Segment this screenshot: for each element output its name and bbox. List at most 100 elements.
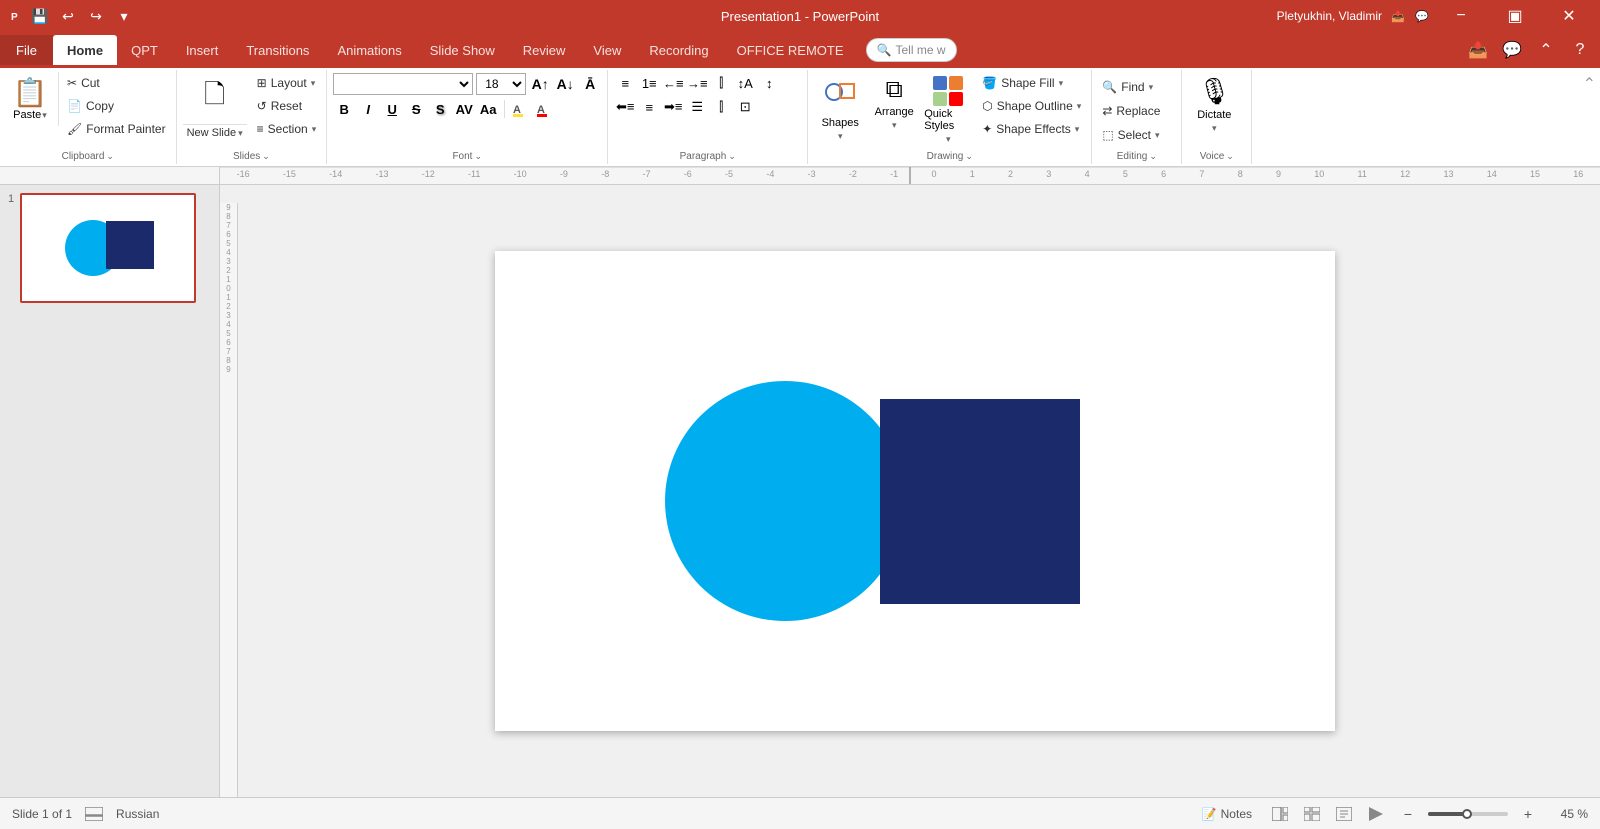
new-slide-icon-area[interactable]: 🗋 bbox=[183, 72, 247, 124]
char-spacing-btn[interactable]: AV bbox=[453, 98, 475, 120]
decrease-font-size-btn[interactable]: A↓ bbox=[554, 73, 576, 95]
ribbon-help-btn[interactable]: ? bbox=[1564, 34, 1596, 66]
increase-indent-btn[interactable]: →≡ bbox=[686, 72, 708, 94]
smart-art-btn[interactable]: ⊡ bbox=[734, 96, 756, 118]
font-name-select[interactable] bbox=[333, 73, 473, 95]
bold-btn[interactable]: B bbox=[333, 98, 355, 120]
arrange-btn[interactable]: ⧉ Arrange ▾ bbox=[868, 72, 920, 135]
quick-styles-btn[interactable]: Quick Styles ▾ bbox=[922, 72, 974, 149]
slide-show-btn[interactable] bbox=[1364, 802, 1388, 826]
qat-redo[interactable]: ↪ bbox=[84, 4, 108, 28]
replace-btn[interactable]: ⇄ Replace bbox=[1098, 100, 1164, 122]
share-icon[interactable]: 📤 bbox=[1390, 8, 1406, 24]
drawing-expand-icon[interactable]: ⌄ bbox=[965, 151, 973, 162]
clipboard-expand-icon[interactable]: ⌄ bbox=[106, 151, 114, 162]
align-left-btn[interactable]: ⬅≡ bbox=[614, 96, 636, 118]
find-arrow[interactable]: ▾ bbox=[1149, 82, 1154, 93]
change-case-btn[interactable]: Aa bbox=[477, 98, 499, 120]
center-btn[interactable]: ≡ bbox=[638, 96, 660, 118]
font-size-select[interactable]: 18 bbox=[476, 73, 526, 95]
reading-view-btn[interactable] bbox=[1332, 802, 1356, 826]
justify-btn[interactable]: ☰ bbox=[686, 96, 708, 118]
slide-sorter-btn[interactable] bbox=[1300, 802, 1324, 826]
new-slide-btn[interactable]: 🗋 New Slide ▾ bbox=[183, 72, 247, 141]
select-btn[interactable]: ⬚ Select ▾ bbox=[1098, 124, 1163, 146]
clear-format-btn[interactable]: Ā bbox=[579, 73, 601, 95]
minimize-btn[interactable]: − bbox=[1438, 0, 1484, 32]
shape-fill-arrow[interactable]: ▾ bbox=[1059, 78, 1064, 89]
new-slide-label-area[interactable]: New Slide ▾ bbox=[183, 124, 247, 141]
shape-outline-arrow[interactable]: ▾ bbox=[1077, 101, 1082, 112]
tab-transitions[interactable]: Transitions bbox=[232, 35, 323, 65]
tell-me-search[interactable]: 🔍 Tell me w bbox=[866, 38, 957, 62]
notes-panel-btn[interactable] bbox=[82, 802, 106, 826]
font-expand-icon[interactable]: ⌄ bbox=[474, 151, 482, 162]
shape-effects-btn[interactable]: ✦ Shape Effects ▾ bbox=[978, 118, 1085, 140]
highlight-color-btn[interactable]: A bbox=[510, 98, 532, 120]
strikethrough-btn[interactable]: S bbox=[405, 98, 427, 120]
select-arrow[interactable]: ▾ bbox=[1155, 130, 1160, 141]
shadow-btn[interactable]: S bbox=[429, 98, 451, 120]
slide-item-1[interactable]: 1 bbox=[8, 193, 211, 303]
reset-btn[interactable]: ↺ Reset bbox=[253, 95, 321, 117]
tab-view[interactable]: View bbox=[579, 35, 635, 65]
tab-slideshow[interactable]: Slide Show bbox=[416, 35, 509, 65]
zoom-slider-thumb[interactable] bbox=[1462, 809, 1472, 819]
section-arrow[interactable]: ▾ bbox=[312, 124, 317, 135]
para-columns-btn[interactable]: ⫿ bbox=[710, 96, 732, 118]
shape-rectangle[interactable] bbox=[880, 399, 1080, 604]
arrange-arrow[interactable]: ▾ bbox=[892, 120, 897, 131]
format-painter-btn[interactable]: 🖌 Format Painter bbox=[63, 118, 170, 140]
notes-btn[interactable]: 📝 Notes bbox=[1194, 802, 1260, 826]
zoom-out-btn[interactable]: − bbox=[1396, 802, 1420, 826]
slide-thumb-1[interactable] bbox=[20, 193, 196, 303]
italic-btn[interactable]: I bbox=[357, 98, 379, 120]
close-btn[interactable]: ✕ bbox=[1546, 0, 1592, 32]
comments-btn[interactable]: 💬 bbox=[1496, 34, 1528, 66]
voice-expand-icon[interactable]: ⌄ bbox=[1226, 151, 1234, 162]
editing-expand-icon[interactable]: ⌄ bbox=[1149, 151, 1157, 162]
slides-expand-icon[interactable]: ⌄ bbox=[262, 151, 270, 162]
zoom-in-btn[interactable]: + bbox=[1516, 802, 1540, 826]
text-direction-btn[interactable]: ↕A bbox=[734, 72, 756, 94]
tab-home[interactable]: Home bbox=[53, 35, 117, 65]
tab-qpt[interactable]: QPT bbox=[117, 35, 172, 65]
font-color-btn[interactable]: A bbox=[534, 98, 556, 120]
layout-btn[interactable]: ⊞ Layout ▾ bbox=[253, 72, 321, 94]
comment-icon[interactable]: 💬 bbox=[1414, 8, 1430, 24]
tab-insert[interactable]: Insert bbox=[172, 35, 233, 65]
tab-officeremote[interactable]: OFFICE REMOTE bbox=[723, 35, 858, 65]
copy-btn[interactable]: 📄 Copy bbox=[63, 95, 170, 117]
qat-customize[interactable]: ▾ bbox=[112, 4, 136, 28]
line-spacing-btn[interactable]: ↕ bbox=[758, 72, 780, 94]
new-slide-arrow[interactable]: ▾ bbox=[238, 128, 243, 139]
share-btn[interactable]: 📤 bbox=[1462, 34, 1494, 66]
shape-outline-btn[interactable]: ⬡ Shape Outline ▾ bbox=[978, 95, 1085, 117]
find-btn[interactable]: 🔍 Find ▾ bbox=[1098, 76, 1157, 98]
para-expand-icon[interactable]: ⌄ bbox=[728, 151, 736, 162]
normal-view-btn[interactable] bbox=[1268, 802, 1292, 826]
underline-btn[interactable]: U bbox=[381, 98, 403, 120]
paste-btn[interactable]: 📋 Paste ▾ bbox=[6, 72, 54, 125]
slide-canvas[interactable] bbox=[495, 251, 1335, 731]
qat-save[interactable]: 💾 bbox=[28, 4, 52, 28]
tab-review[interactable]: Review bbox=[509, 35, 580, 65]
ribbon-minimize-btn[interactable]: ⌃ bbox=[1530, 34, 1562, 66]
qat-undo[interactable]: ↩ bbox=[56, 4, 80, 28]
numbering-btn[interactable]: 1≡ bbox=[638, 72, 660, 94]
restore-btn[interactable]: ▣ bbox=[1492, 0, 1538, 32]
dictate-arrow[interactable]: ▾ bbox=[1212, 123, 1217, 134]
tab-animations[interactable]: Animations bbox=[323, 35, 415, 65]
dictate-btn[interactable]: 🎙 Dictate ▾ bbox=[1188, 72, 1240, 138]
zoom-slider[interactable] bbox=[1428, 812, 1508, 816]
cut-btn[interactable]: ✂ Cut bbox=[63, 72, 170, 94]
layout-arrow[interactable]: ▾ bbox=[311, 78, 316, 89]
tab-file[interactable]: File bbox=[0, 35, 53, 65]
shape-effects-arrow[interactable]: ▾ bbox=[1075, 124, 1080, 135]
shape-circle[interactable] bbox=[665, 381, 905, 621]
decrease-indent-btn[interactable]: ←≡ bbox=[662, 72, 684, 94]
tab-recording[interactable]: Recording bbox=[635, 35, 722, 65]
ribbon-collapse-btn[interactable]: ⌃ bbox=[1583, 70, 1600, 164]
quick-styles-arrow[interactable]: ▾ bbox=[946, 134, 951, 145]
increase-font-size-btn[interactable]: A↑ bbox=[529, 73, 551, 95]
